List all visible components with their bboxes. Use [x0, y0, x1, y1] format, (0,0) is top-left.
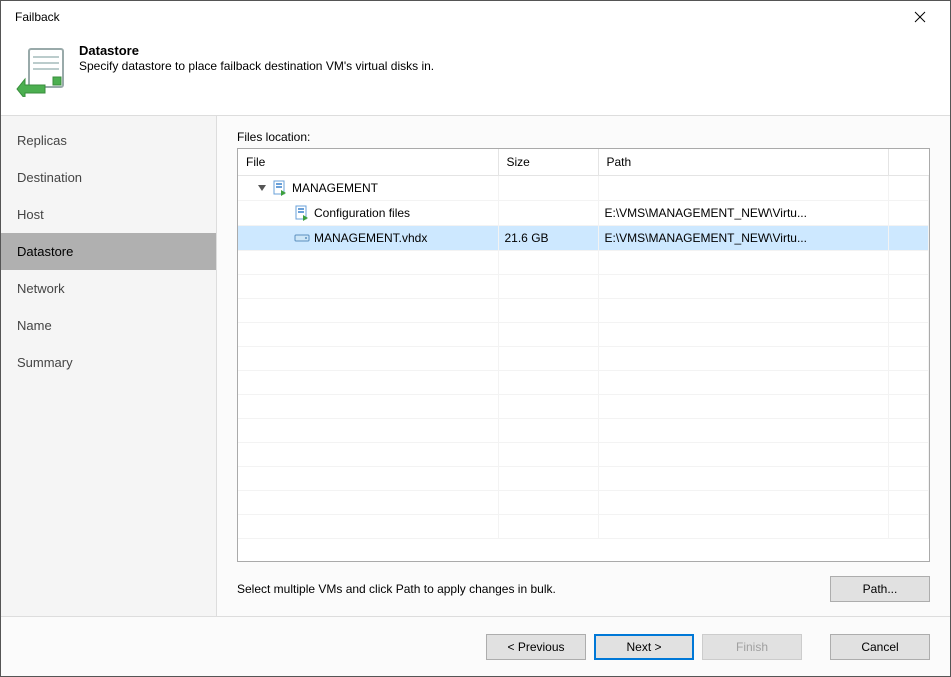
sidebar-item-destination[interactable]: Destination: [1, 159, 216, 196]
wizard-steps-sidebar: Replicas Destination Host Datastore Netw…: [1, 116, 217, 616]
cancel-button[interactable]: Cancel: [830, 634, 930, 660]
file-name: MANAGEMENT.vhdx: [314, 231, 427, 245]
empty-row: [238, 515, 929, 539]
column-header-file[interactable]: File: [238, 149, 498, 176]
collapse-icon[interactable]: [256, 182, 268, 194]
empty-row: [238, 323, 929, 347]
file-path: E:\VMS\MANAGEMENT_NEW\Virtu...: [598, 201, 889, 226]
empty-row: [238, 491, 929, 515]
file-name: Configuration files: [314, 206, 410, 220]
column-header-spacer: [889, 149, 929, 176]
wizard-body: Replicas Destination Host Datastore Netw…: [1, 115, 950, 616]
empty-row: [238, 419, 929, 443]
files-location-label: Files location:: [237, 130, 930, 144]
empty-row: [238, 299, 929, 323]
files-tree-table[interactable]: File Size Path MANAGEMENT Configuration f…: [237, 148, 930, 562]
column-header-size[interactable]: Size: [498, 149, 598, 176]
header-content: Datastore Specify datastore to place fai…: [79, 43, 936, 73]
empty-row: [238, 371, 929, 395]
file-size: [498, 201, 598, 226]
column-header-path[interactable]: Path: [598, 149, 889, 176]
sidebar-item-datastore[interactable]: Datastore: [1, 233, 216, 270]
file-path: E:\VMS\MANAGEMENT_NEW\Virtu...: [598, 226, 889, 251]
next-button[interactable]: Next >: [594, 634, 694, 660]
file-size: 21.6 GB: [498, 226, 598, 251]
main-panel: Files location: File Size Path MANAGEMEN…: [217, 116, 950, 616]
disk-icon: [294, 230, 310, 246]
file-size: [498, 176, 598, 201]
sidebar-item-host[interactable]: Host: [1, 196, 216, 233]
file-path: [598, 176, 889, 201]
empty-row: [238, 443, 929, 467]
close-icon: [914, 11, 926, 23]
window-title: Failback: [11, 10, 900, 24]
wizard-header: Datastore Specify datastore to place fai…: [1, 33, 950, 115]
finish-button: Finish: [702, 634, 802, 660]
previous-button[interactable]: < Previous: [486, 634, 586, 660]
file-name: MANAGEMENT: [292, 181, 378, 195]
sidebar-item-name[interactable]: Name: [1, 307, 216, 344]
table-row[interactable]: MANAGEMENT: [238, 176, 929, 201]
wizard-footer: < Previous Next > Finish Cancel: [1, 616, 950, 676]
path-button[interactable]: Path...: [830, 576, 930, 602]
page-description: Specify datastore to place failback dest…: [79, 59, 936, 73]
empty-row: [238, 467, 929, 491]
vm-icon: [272, 180, 288, 196]
close-button[interactable]: [900, 3, 940, 31]
table-row[interactable]: Configuration files E:\VMS\MANAGEMENT_NEW…: [238, 201, 929, 226]
sidebar-item-network[interactable]: Network: [1, 270, 216, 307]
empty-row: [238, 251, 929, 275]
datastore-wizard-icon: [15, 45, 67, 97]
table-row[interactable]: MANAGEMENT.vhdx 21.6 GBE:\VMS\MANAGEMENT_…: [238, 226, 929, 251]
sidebar-item-summary[interactable]: Summary: [1, 344, 216, 381]
empty-row: [238, 275, 929, 299]
empty-row: [238, 347, 929, 371]
titlebar: Failback: [1, 1, 950, 33]
sidebar-item-replicas[interactable]: Replicas: [1, 122, 216, 159]
hint-text: Select multiple VMs and click Path to ap…: [237, 582, 818, 596]
config-icon: [294, 205, 310, 221]
page-title: Datastore: [79, 43, 936, 58]
hint-row: Select multiple VMs and click Path to ap…: [237, 576, 930, 602]
empty-row: [238, 395, 929, 419]
